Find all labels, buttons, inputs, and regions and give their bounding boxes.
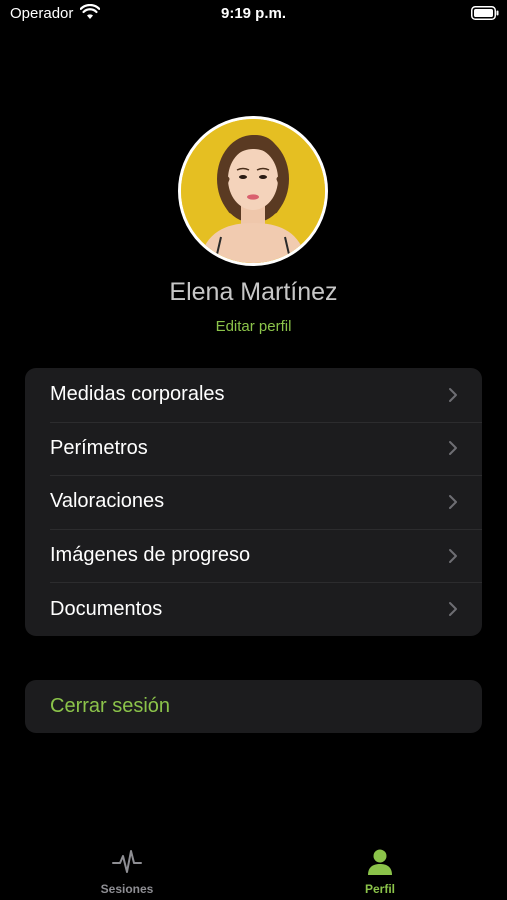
chevron-right-icon	[448, 601, 458, 617]
logout-button[interactable]: Cerrar sesión	[25, 680, 482, 733]
avatar-portrait	[181, 119, 325, 263]
tab-perfil[interactable]: Perfil	[320, 840, 440, 900]
menu-item-valoraciones[interactable]: Valoraciones	[25, 475, 482, 529]
chevron-right-icon	[448, 440, 458, 456]
menu-item-imagenes-de-progreso[interactable]: Imágenes de progreso	[25, 528, 482, 583]
logout-label: Cerrar sesión	[50, 695, 171, 717]
chevron-right-icon	[448, 387, 458, 403]
menu-item-label: Imágenes de progreso	[50, 544, 251, 567]
status-time: 9:19 p.m.	[220, 5, 287, 22]
menu-item-perimetros[interactable]: Perímetros	[25, 421, 482, 476]
pulse-icon	[112, 848, 142, 876]
tab-label: Sesiones	[100, 882, 154, 896]
menu-item-label: Perímetros	[50, 436, 148, 459]
edit-profile-link[interactable]: Editar perfil	[0, 318, 507, 335]
profile-name: Elena Martínez	[169, 278, 338, 306]
chevron-right-icon	[448, 494, 458, 510]
menu-item-label: Medidas corporales	[50, 383, 225, 406]
menu-item-label: Valoraciones	[50, 490, 165, 513]
battery-icon	[471, 6, 499, 20]
person-icon	[365, 848, 395, 876]
tab-label: Perfil	[364, 882, 395, 896]
status-bar: Operador 9:19 p.m.	[0, 0, 507, 30]
profile-avatar[interactable]	[178, 116, 328, 266]
menu-item-label: Documentos	[50, 597, 163, 620]
menu-item-documentos[interactable]: Documentos	[25, 582, 482, 636]
tab-bar: Sesiones Perfil	[0, 840, 507, 900]
menu-item-medidas-corporales[interactable]: Medidas corporales	[25, 368, 482, 422]
profile-menu: Medidas corporales Perímetros Valoracion…	[25, 368, 482, 636]
chevron-right-icon	[448, 548, 458, 564]
tab-sesiones[interactable]: Sesiones	[67, 840, 187, 900]
